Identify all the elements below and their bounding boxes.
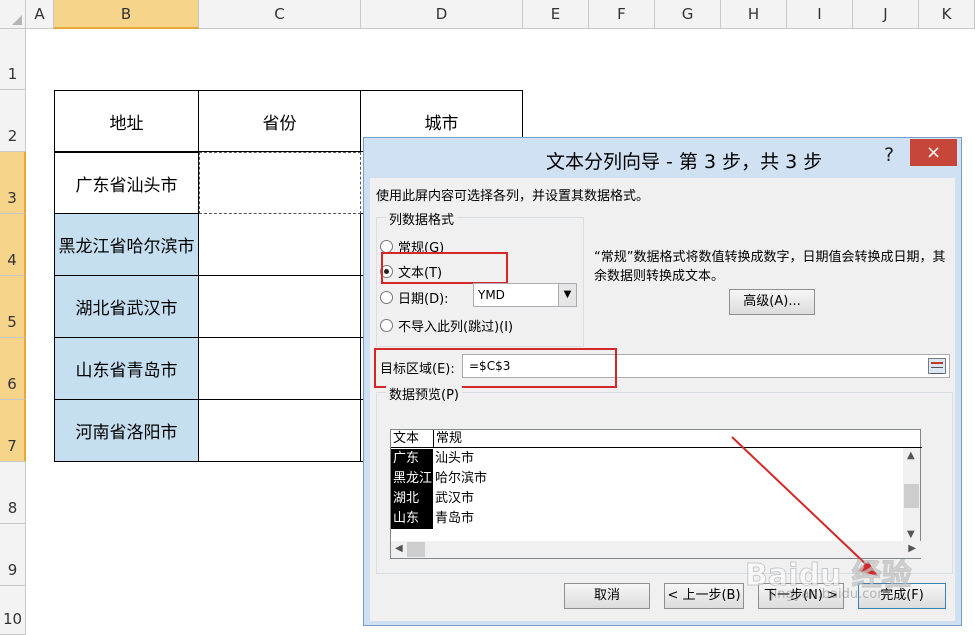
annotation-arrow [731,436,878,576]
watermark-url: jingyan.baidu.com [770,587,890,602]
